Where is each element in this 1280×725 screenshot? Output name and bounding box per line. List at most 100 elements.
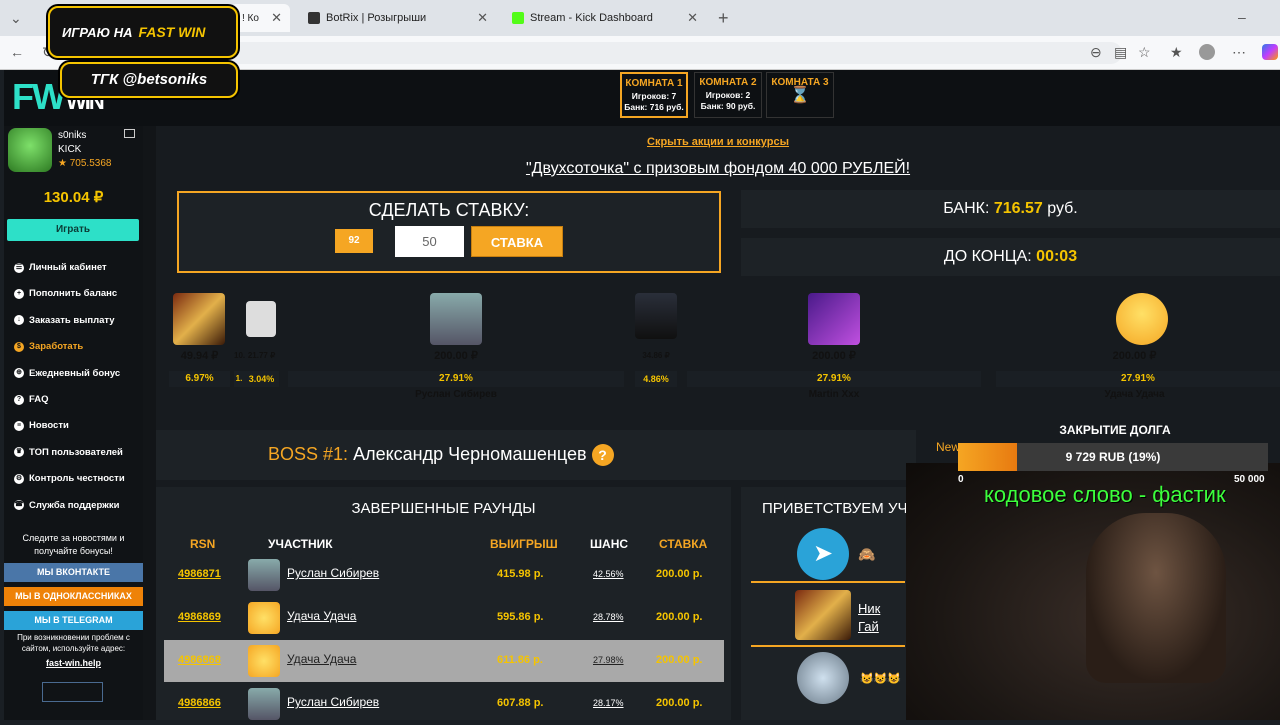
tab-list-icon[interactable]: ⌄ xyxy=(10,10,22,27)
tab-botrix[interactable]: BotRix | Розыгрыши ✕ xyxy=(296,4,496,32)
new-tab-icon[interactable]: + xyxy=(718,8,729,29)
overlay-text: ИГРАЮ НА xyxy=(62,24,133,40)
bank-box: БАНК: 716.57 руб. xyxy=(741,190,1280,228)
round-bet: 200.00 р. xyxy=(656,697,703,709)
player-amount: 200.00 ₽ xyxy=(812,350,856,362)
col-chance: ШАНС xyxy=(590,537,629,551)
bank-value: 716.57 xyxy=(993,200,1043,217)
hide-promo-link[interactable]: Скрыть акции и конкурсы xyxy=(156,136,1280,148)
round-user-link[interactable]: Руслан Сибирев xyxy=(287,566,379,580)
vk-button[interactable]: МЫ ВКОНТАКТЕ xyxy=(4,563,143,582)
card-icon[interactable] xyxy=(124,129,135,138)
user-platform: KICK xyxy=(58,144,82,155)
divider xyxy=(751,581,905,583)
sidebar-item[interactable]: ≡ Новости xyxy=(14,420,69,431)
rounds-title: ЗАВЕРШЕННЫЕ РАУНДЫ xyxy=(351,500,536,517)
close-tab-icon[interactable]: ✕ xyxy=(271,10,282,26)
round-chance-link[interactable]: 28.17% xyxy=(593,698,624,708)
avatar[interactable] xyxy=(8,128,52,172)
round-user-link[interactable]: Руслан Сибирев xyxy=(287,695,379,709)
player-name: Руслан Сибирев xyxy=(415,389,497,400)
table-row[interactable]: 4986869 Удача Удача 595.86 р. 28.78% 200.00 … xyxy=(164,597,724,639)
sidebar-item[interactable]: ⊕ Ежедневный бонус xyxy=(14,368,120,379)
row-avatar xyxy=(248,688,280,720)
bet-button[interactable]: СТАВКА xyxy=(471,226,563,257)
tab-label: Stream - Kick Dashboard xyxy=(530,12,653,24)
sidebar-item-label: Служба поддержки xyxy=(29,499,120,511)
round-rsn-link[interactable]: 4986871 xyxy=(178,568,221,580)
player-slot: 49.94 ₽ 6.97% xyxy=(165,287,234,407)
room-title: КОМНАТА 1 xyxy=(625,78,683,89)
room-3[interactable]: КОМНАТА 3 ⌛ xyxy=(766,72,834,118)
table-row[interactable]: 4986868 Удача Удача 611.86 р. 27.98% 200.00 … xyxy=(164,640,724,682)
favorite-star-icon[interactable]: ☆ xyxy=(1138,44,1151,61)
player-avatar xyxy=(246,301,276,337)
sidebar-item[interactable]: ☎ Служба поддержки xyxy=(14,500,119,511)
zoom-icon[interactable]: ⊖ xyxy=(1090,44,1102,61)
player-slot: 10. 1. xyxy=(234,287,245,407)
round-chance-link[interactable]: 28.78% xyxy=(593,612,624,622)
round-rsn-link[interactable]: 4986868 xyxy=(178,654,221,666)
favorites-icon[interactable]: ★ xyxy=(1170,44,1183,61)
round-user-link[interactable]: Удача Удача xyxy=(287,609,356,623)
player-slot: 200.00 ₽ 27.91% Martin Xxx xyxy=(679,287,989,407)
sidebar-item[interactable]: ☰ Личный кабинет xyxy=(14,262,107,273)
debt-max: 50 000 xyxy=(1234,474,1265,485)
ok-button[interactable]: МЫ В ОДНОКЛАССНИКАХ xyxy=(4,587,143,606)
chance-badge: 92 xyxy=(335,229,373,253)
sidebar-item-label: Новости xyxy=(29,420,69,432)
player-chance: 4.86% xyxy=(635,371,677,387)
welcome-user[interactable]: Ник Гай xyxy=(858,600,880,636)
round-bet: 200.00 р. xyxy=(656,654,703,666)
back-icon[interactable]: ← xyxy=(10,44,24,60)
table-row[interactable]: 4986866 Руслан Сибирев 607.88 р. 28.17% 200.… xyxy=(164,683,724,725)
col-user: УЧАСТНИК xyxy=(268,537,333,551)
overlay-badge-telegram: ТГК @betsoniks xyxy=(60,62,238,98)
profile-avatar[interactable] xyxy=(1199,44,1215,60)
room-bank: Банк: 716 руб. xyxy=(624,102,684,112)
room-1[interactable]: КОМНАТА 1 Игроков: 7 Банк: 716 руб. xyxy=(620,72,688,118)
telegram-button[interactable]: МЫ В TELEGRAM xyxy=(4,611,143,630)
player-amount: 21.77 ₽ xyxy=(247,351,276,360)
copilot-icon[interactable] xyxy=(1262,44,1278,60)
sidebar-item[interactable]: ? FAQ xyxy=(14,394,49,405)
promo-title[interactable]: "Двухсоточка" с призовым фондом 40 000 Р… xyxy=(156,160,1280,178)
telegram-icon[interactable]: ➤ xyxy=(797,528,849,580)
col-rsn: RSN xyxy=(190,537,216,551)
bet-amount-input[interactable]: 50 xyxy=(395,226,464,257)
tab-kick[interactable]: Stream - Kick Dashboard ✕ xyxy=(500,4,706,32)
bank-unit: руб. xyxy=(1047,200,1078,217)
sidebar-item[interactable]: ⚙ Контроль честности xyxy=(14,473,125,484)
debt-title: ЗАКРЫТИЕ ДОЛГА xyxy=(1059,423,1171,437)
round-chance-link[interactable]: 27.98% xyxy=(593,655,624,665)
round-bet: 200.00 р. xyxy=(656,611,703,623)
emoji-icon: 🙈 xyxy=(858,546,876,562)
play-button[interactable]: Играть xyxy=(7,219,139,241)
table-row[interactable]: 4986871 Руслан Сибирев 415.98 р. 42.56% 200.… xyxy=(164,554,724,596)
close-tab-icon[interactable]: ✕ xyxy=(477,10,488,26)
player-avatar xyxy=(173,293,225,345)
player-avatar xyxy=(1116,293,1168,345)
more-menu-icon[interactable]: ⋯ xyxy=(1232,44,1246,61)
sidebar-item[interactable]: ↓ Заказать выплату xyxy=(14,315,115,326)
reader-icon[interactable]: ▤ xyxy=(1114,44,1127,61)
room-title: КОМНАТА 2 xyxy=(699,77,757,88)
minimize-icon[interactable]: – xyxy=(1238,9,1246,25)
room-2[interactable]: КОМНАТА 2 Игроков: 2 Банк: 90 руб. xyxy=(694,72,762,118)
tab-active[interactable]: ! Ко ✕ xyxy=(230,4,290,32)
sidebar-item[interactable]: $ Заработать xyxy=(14,341,83,352)
sidebar-item[interactable]: + Пополнить баланс xyxy=(14,288,117,299)
sidebar-item[interactable]: ♛ ТОП пользователей xyxy=(14,447,123,458)
round-chance-link[interactable]: 42.56% xyxy=(593,569,624,579)
help-icon[interactable]: ? xyxy=(591,444,614,467)
user-icon: ☰ xyxy=(14,262,24,273)
player-amount: 200.00 ₽ xyxy=(1112,350,1157,362)
sidebar-item-label: Контроль честности xyxy=(29,473,125,485)
emoji-icon: 😺😺😺 xyxy=(860,673,902,685)
help-link[interactable]: fast-win.help xyxy=(8,657,139,670)
round-rsn-link[interactable]: 4986866 xyxy=(178,697,221,709)
round-rsn-link[interactable]: 4986869 xyxy=(178,611,221,623)
close-tab-icon[interactable]: ✕ xyxy=(687,10,698,26)
user-rating: ★ 705.5368 xyxy=(58,158,112,169)
round-user-link[interactable]: Удача Удача xyxy=(287,652,356,666)
